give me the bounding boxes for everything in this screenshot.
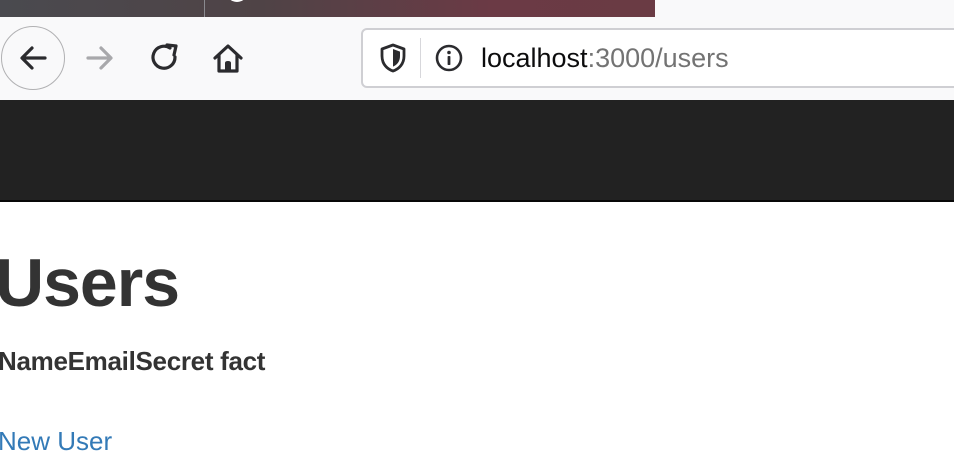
arrow-left-icon (20, 46, 47, 70)
home-button[interactable] (206, 38, 250, 78)
url-path: :3000/users (587, 43, 729, 73)
reload-button[interactable] (143, 38, 187, 78)
info-icon (435, 44, 463, 72)
back-button[interactable] (1, 26, 65, 90)
tab-favicon-icon (226, 0, 248, 2)
column-header-secret-fact: Secret fact (135, 346, 266, 376)
tracking-protection-button[interactable] (373, 36, 413, 80)
url-bar-divider (420, 38, 421, 78)
url-text[interactable]: localhost:3000/users (481, 41, 729, 75)
url-host: localhost (481, 43, 588, 73)
app-navbar (0, 100, 954, 202)
tab-strip (0, 0, 954, 18)
column-header-email: Email (67, 346, 136, 376)
arrow-right-icon (86, 46, 113, 70)
reload-icon (151, 43, 178, 70)
forward-button[interactable] (78, 38, 122, 78)
page-title: Users (0, 245, 180, 321)
users-table-header: Name Email Secret fact (0, 344, 265, 378)
column-header-name: Name (0, 346, 68, 376)
tab-divider (204, 0, 205, 17)
new-user-link[interactable]: New User (0, 424, 112, 458)
browser-tab[interactable] (0, 0, 655, 17)
site-info-button[interactable] (429, 36, 469, 80)
url-bar[interactable]: localhost:3000/users (361, 28, 954, 88)
shield-icon (380, 43, 406, 73)
home-icon (213, 44, 243, 73)
browser-toolbar: localhost:3000/users (0, 18, 954, 101)
